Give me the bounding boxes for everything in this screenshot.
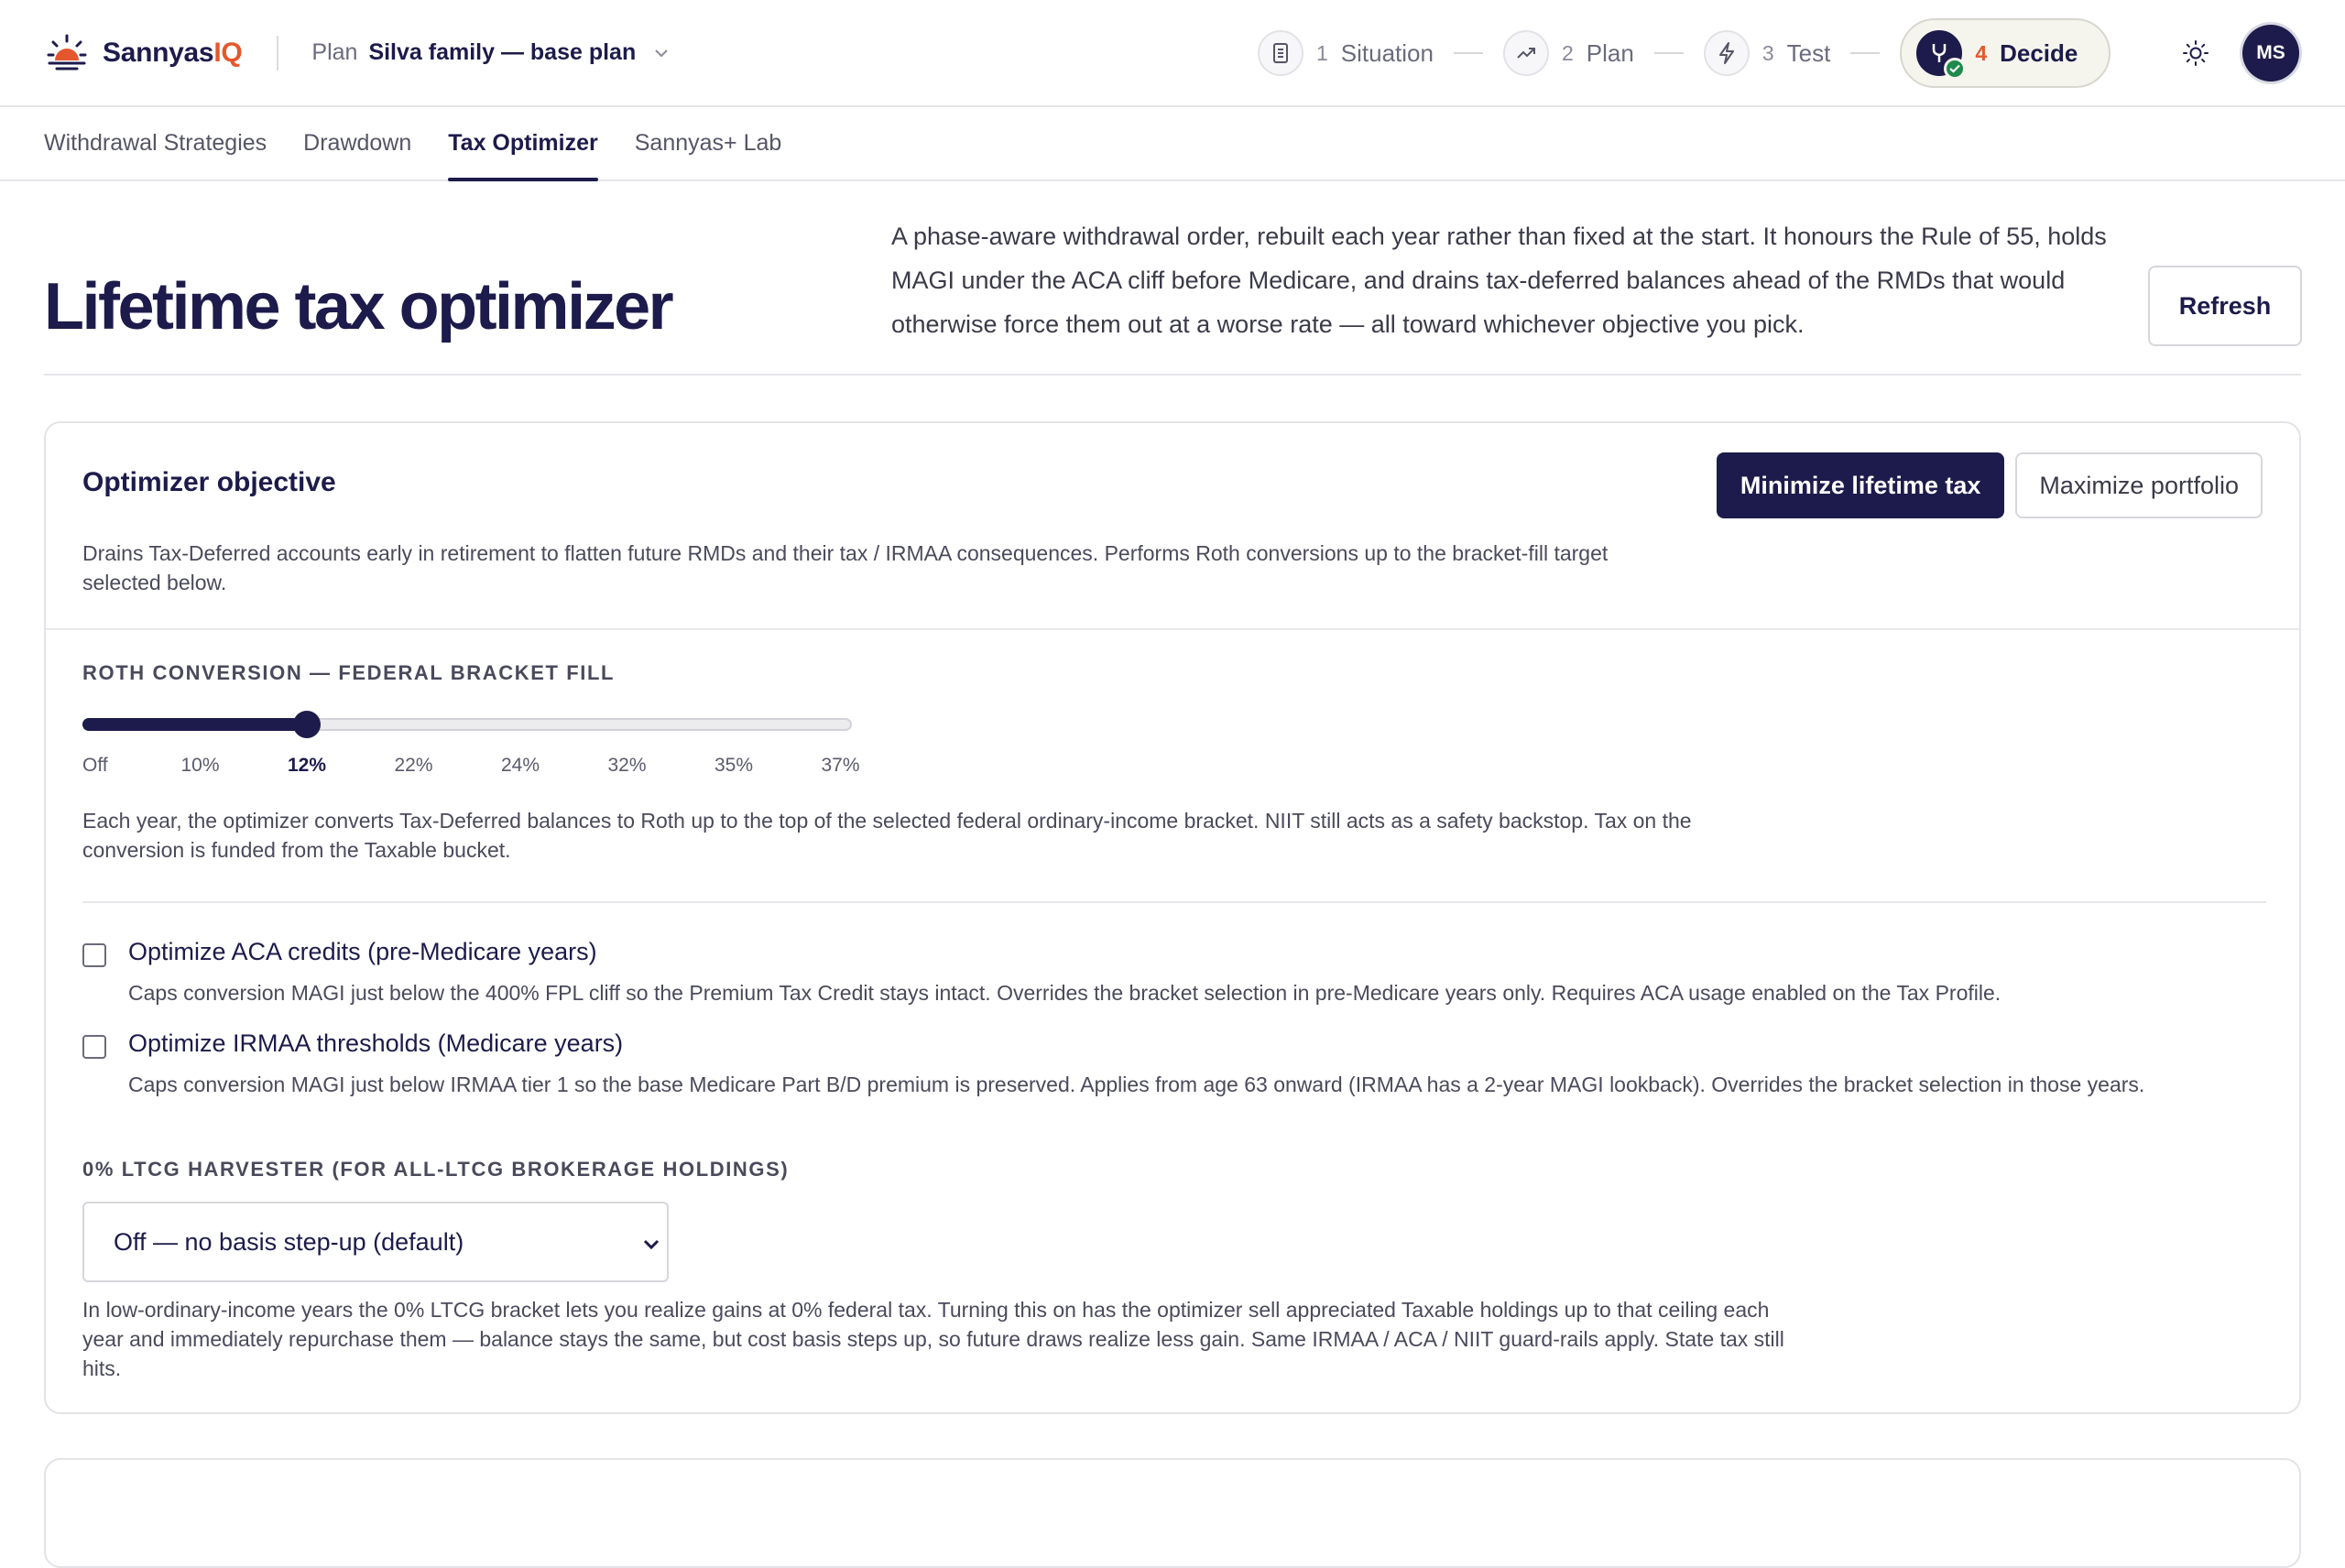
step-label: Test bbox=[1786, 38, 1831, 67]
chevron-down-icon bbox=[643, 1228, 660, 1257]
tab-withdrawal-strategies[interactable]: Withdrawal Strategies bbox=[44, 107, 267, 180]
step-plan[interactable]: 2 Plan bbox=[1502, 30, 1634, 76]
workflow-steps: 1 Situation 2 Plan 3 Test 4 Decide bbox=[1258, 18, 2111, 88]
brand-name: SannyasIQ bbox=[103, 37, 243, 68]
step-number: 2 bbox=[1561, 40, 1574, 65]
top-bar: SannyasIQ Plan Silva family — base plan … bbox=[0, 0, 2345, 107]
step-label: Decide bbox=[2000, 38, 2078, 67]
plan-label: Plan bbox=[311, 39, 358, 65]
fork-icon bbox=[1916, 30, 1967, 80]
tab-drawdown[interactable]: Drawdown bbox=[303, 107, 411, 180]
aca-option-description: Caps conversion MAGI just below the 400%… bbox=[128, 981, 2001, 1005]
tick-label: 35% bbox=[714, 755, 754, 776]
tick-label: 22% bbox=[394, 755, 433, 776]
tab-tax-optimizer[interactable]: Tax Optimizer bbox=[448, 107, 599, 181]
tick-label: 37% bbox=[821, 755, 860, 776]
document-icon bbox=[1258, 30, 1303, 76]
section-label: ROTH CONVERSION — FEDERAL BRACKET FILL bbox=[82, 661, 616, 684]
ltcg-section: 0% LTCG HARVESTER (FOR ALL-LTCG BROKERAG… bbox=[82, 1158, 2266, 1181]
trend-up-icon bbox=[1502, 30, 1549, 76]
lightning-icon bbox=[1703, 30, 1750, 76]
card-title: Optimizer objective bbox=[82, 467, 336, 497]
objective-description: Drains Tax-Deferred accounts early in re… bbox=[82, 541, 1609, 594]
sub-navigation: Withdrawal Strategies Drawdown Tax Optim… bbox=[0, 107, 2345, 181]
ltcg-note: In low-ordinary-income years the 0% LTCG… bbox=[82, 1298, 1784, 1380]
slider-ticks: Off 10% 12% 22% 24% 32% 35% 37% bbox=[82, 755, 889, 782]
brand-logo[interactable]: SannyasIQ bbox=[44, 30, 243, 76]
card-header: Optimizer objective Minimize lifetime ta… bbox=[46, 423, 2299, 630]
tick-label: 24% bbox=[500, 755, 540, 776]
section-label: 0% LTCG HARVESTER (FOR ALL-LTCG BROKERAG… bbox=[82, 1158, 790, 1181]
check-icon bbox=[1944, 58, 1967, 80]
step-connector bbox=[1653, 52, 1684, 54]
maximize-portfolio-button[interactable]: Maximize portfolio bbox=[2015, 452, 2263, 518]
theme-toggle-sun-icon[interactable] bbox=[2176, 34, 2215, 72]
tick-label: 12% bbox=[287, 755, 327, 776]
user-avatar[interactable]: MS bbox=[2242, 25, 2299, 82]
divider bbox=[277, 35, 279, 71]
step-number: 1 bbox=[1316, 40, 1328, 65]
step-situation[interactable]: 1 Situation bbox=[1258, 30, 1434, 76]
bracket-fill-slider[interactable] bbox=[82, 709, 852, 738]
step-number: 3 bbox=[1761, 40, 1774, 65]
irmaa-checkbox[interactable] bbox=[82, 1035, 106, 1059]
plan-name: Silva family — base plan bbox=[368, 39, 637, 65]
step-connector bbox=[1453, 52, 1483, 54]
next-card bbox=[44, 1458, 2301, 1568]
aca-checkbox[interactable] bbox=[82, 943, 106, 967]
step-label: Situation bbox=[1340, 38, 1434, 67]
irmaa-option-description: Caps conversion MAGI just below IRMAA ti… bbox=[128, 1073, 2145, 1096]
minimize-lifetime-tax-button[interactable]: Minimize lifetime tax bbox=[1716, 452, 2005, 518]
step-label: Plan bbox=[1586, 38, 1634, 67]
ltcg-harvester-select[interactable]: Off — no basis step-up (default) bbox=[82, 1202, 669, 1282]
tick-label: 32% bbox=[607, 755, 647, 776]
step-connector bbox=[1850, 52, 1881, 54]
sunrise-logo-icon bbox=[44, 30, 90, 76]
select-value: Off — no basis step-up (default) bbox=[114, 1227, 464, 1256]
tick-label: 10% bbox=[180, 755, 220, 776]
chevron-down-icon bbox=[654, 43, 669, 62]
irmaa-option-title[interactable]: Optimize IRMAA thresholds (Medicare year… bbox=[128, 1029, 623, 1058]
aca-option-title[interactable]: Optimize ACA credits (pre-Medicare years… bbox=[128, 938, 597, 966]
roth-note: Each year, the optimizer converts Tax-De… bbox=[82, 809, 1692, 862]
slider-handle[interactable] bbox=[293, 711, 321, 738]
objective-toggle: Minimize lifetime tax Maximize portfolio bbox=[1716, 452, 2263, 518]
step-decide[interactable]: 4 Decide bbox=[1900, 18, 2111, 88]
tab-sannyas-lab[interactable]: Sannyas+ Lab bbox=[635, 107, 782, 180]
tick-label: Off bbox=[82, 755, 108, 776]
refresh-button[interactable]: Refresh bbox=[2148, 266, 2302, 346]
aca-option: Optimize ACA credits (pre-Medicare years… bbox=[82, 938, 2266, 1011]
roth-conversion-section: ROTH CONVERSION — FEDERAL BRACKET FILL O… bbox=[82, 661, 2266, 862]
plan-selector[interactable]: Plan Silva family — base plan bbox=[311, 39, 669, 66]
slider-fill bbox=[82, 718, 307, 731]
page-intro: A phase-aware withdrawal order, rebuilt … bbox=[891, 223, 2107, 338]
step-test[interactable]: 3 Test bbox=[1703, 30, 1831, 76]
page-title: Lifetime tax optimizer bbox=[44, 270, 674, 343]
page-header: Lifetime tax optimizer A phase-aware wit… bbox=[44, 181, 2302, 376]
step-number: 4 bbox=[1975, 40, 1988, 65]
irmaa-option: Optimize IRMAA thresholds (Medicare year… bbox=[82, 1029, 2266, 1130]
optimizer-objective-card: Optimizer objective Minimize lifetime ta… bbox=[44, 421, 2301, 1414]
divider bbox=[82, 901, 2266, 903]
